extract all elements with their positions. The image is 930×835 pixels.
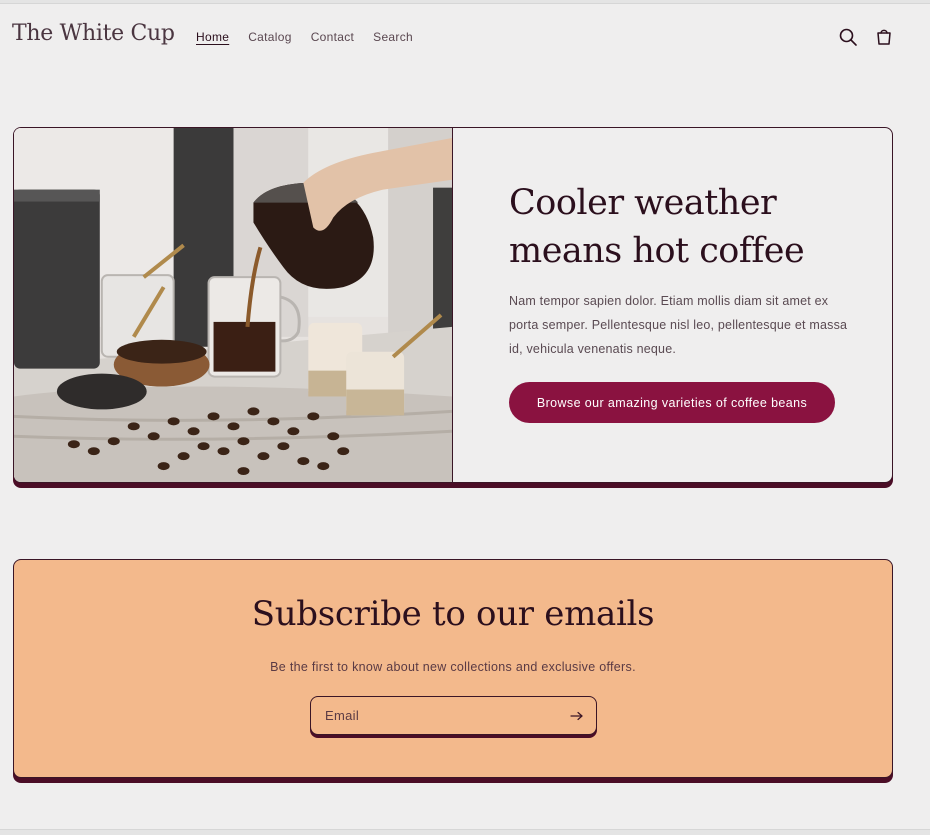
email-input[interactable] [325,697,555,734]
subscribe-button[interactable] [568,707,586,725]
arrow-right-icon [568,707,586,725]
search-icon[interactable] [838,27,858,47]
nav-home[interactable]: Home [196,30,229,44]
hero-description: Nam tempor sapien dolor. Etiam mollis di… [509,294,848,356]
main-nav: Home Catalog Contact Search [196,30,413,44]
site-header: The White Cup Home Catalog Contact Searc… [0,4,930,70]
browse-coffee-button[interactable]: Browse our amazing varieties of coffee b… [509,382,835,423]
coffee-pour-image [14,128,453,482]
cart-icon[interactable] [874,27,894,47]
site-logo[interactable]: The White Cup [12,21,175,46]
newsletter-subtext: Be the first to know about new collectio… [270,660,636,674]
nav-catalog[interactable]: Catalog [248,30,291,44]
hero-banner: Cooler weather means hot coffee Nam temp… [13,127,893,483]
hero-heading: Cooler weather means hot coffee [509,183,805,271]
nav-search[interactable]: Search [373,30,413,44]
nav-contact[interactable]: Contact [311,30,354,44]
page-bottom-edge [0,829,930,835]
newsletter-heading: Subscribe to our emails [251,594,655,634]
newsletter-signup: Subscribe to our emails Be the first to … [13,559,893,778]
newsletter-form [310,696,597,735]
